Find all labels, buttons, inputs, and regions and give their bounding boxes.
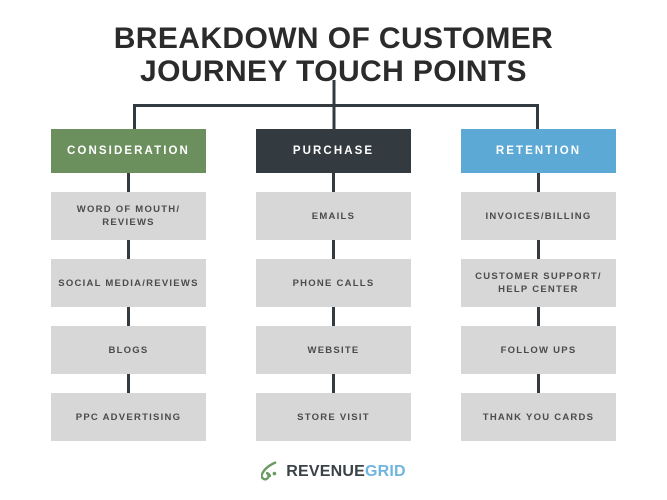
columns-container: CONSIDERATION WORD OF MOUTH/ REVIEWS SOC… bbox=[0, 129, 667, 441]
connector-line bbox=[51, 307, 206, 326]
column-retention: RETENTION INVOICES/BILLING CUSTOMER SUPP… bbox=[461, 129, 616, 441]
connector-line bbox=[256, 240, 411, 259]
logo-word-grid: GRID bbox=[364, 462, 406, 480]
connector-line bbox=[461, 307, 616, 326]
touchpoint-label: CUSTOMER SUPPORT/ HELP CENTER bbox=[475, 271, 602, 295]
connector-line bbox=[256, 374, 411, 393]
touchpoint-item[interactable]: PHONE CALLS bbox=[256, 259, 411, 307]
connector-line bbox=[256, 307, 411, 326]
column-header-retention[interactable]: RETENTION bbox=[461, 129, 616, 173]
touchpoint-item[interactable]: INVOICES/BILLING bbox=[461, 192, 616, 240]
touchpoint-item[interactable]: PPC ADVERTISING bbox=[51, 393, 206, 441]
column-purchase: PURCHASE EMAILS PHONE CALLS WEBSITE STOR… bbox=[256, 129, 411, 441]
connector-line bbox=[461, 173, 616, 192]
touchpoint-item[interactable]: STORE VISIT bbox=[256, 393, 411, 441]
touchpoint-item[interactable]: WORD OF MOUTH/ REVIEWS bbox=[51, 192, 206, 240]
page-title: BREAKDOWN OF CUSTOMER JOURNEY TOUCH POIN… bbox=[0, 22, 667, 88]
touchpoint-item[interactable]: WEBSITE bbox=[256, 326, 411, 374]
brand-logo: REVENUEGRID bbox=[0, 461, 667, 482]
touchpoint-label: BLOGS bbox=[108, 344, 149, 356]
title-line-2: JOURNEY TOUCH POINTS bbox=[140, 55, 527, 88]
touchpoint-item[interactable]: EMAILS bbox=[256, 192, 411, 240]
touchpoint-item[interactable]: SOCIAL MEDIA/REVIEWS bbox=[51, 259, 206, 307]
column-consideration: CONSIDERATION WORD OF MOUTH/ REVIEWS SOC… bbox=[51, 129, 206, 441]
touchpoint-label: THANK YOU CARDS bbox=[482, 411, 595, 423]
touchpoint-label: EMAILS bbox=[311, 210, 356, 222]
logo-wordmark: REVENUEGRID bbox=[286, 463, 406, 481]
title-line-1: BREAKDOWN OF CUSTOMER bbox=[113, 22, 554, 55]
touchpoint-label: FOLLOW UPS bbox=[500, 344, 577, 356]
connector-line bbox=[51, 173, 206, 192]
touchpoint-item[interactable]: CUSTOMER SUPPORT/ HELP CENTER bbox=[461, 259, 616, 307]
connector-line bbox=[51, 240, 206, 259]
infographic-canvas: BREAKDOWN OF CUSTOMER JOURNEY TOUCH POIN… bbox=[0, 0, 667, 500]
touchpoint-label: SOCIAL MEDIA/REVIEWS bbox=[58, 277, 199, 289]
touchpoint-item[interactable]: BLOGS bbox=[51, 326, 206, 374]
column-header-purchase[interactable]: PURCHASE bbox=[256, 129, 411, 173]
connector-line bbox=[51, 374, 206, 393]
logo-word-revenue: REVENUE bbox=[286, 462, 365, 480]
connector-line bbox=[461, 374, 616, 393]
touchpoint-item[interactable]: FOLLOW UPS bbox=[461, 326, 616, 374]
connector-line bbox=[256, 173, 411, 192]
touchpoint-label: INVOICES/BILLING bbox=[485, 210, 592, 222]
touchpoint-label: PPC ADVERTISING bbox=[75, 411, 182, 423]
touchpoint-label: WEBSITE bbox=[307, 344, 360, 356]
touchpoint-label: STORE VISIT bbox=[297, 411, 370, 423]
touchpoint-label: WORD OF MOUTH/ REVIEWS bbox=[76, 204, 181, 228]
leaf-swoosh-icon bbox=[261, 461, 277, 481]
column-header-consideration[interactable]: CONSIDERATION bbox=[51, 129, 206, 173]
touchpoint-label: PHONE CALLS bbox=[292, 277, 375, 289]
touchpoint-item[interactable]: THANK YOU CARDS bbox=[461, 393, 616, 441]
connector-line bbox=[461, 240, 616, 259]
